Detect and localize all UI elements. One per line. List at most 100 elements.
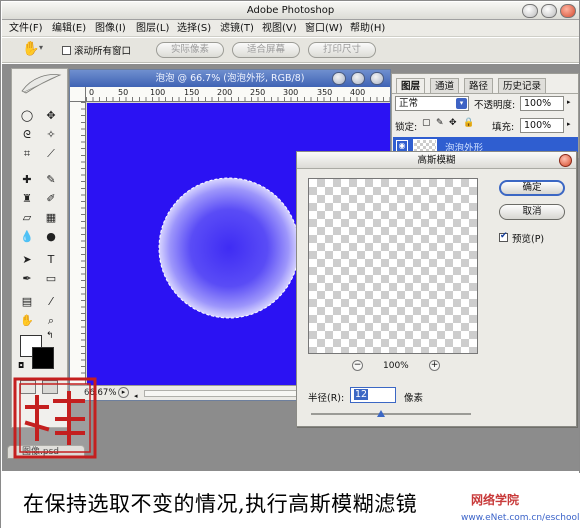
cancel-button[interactable]: 取消 <box>499 204 565 220</box>
zoom-tool-icon[interactable]: ⌕ <box>41 312 61 330</box>
brush-tool-icon[interactable]: ✎ <box>41 171 61 189</box>
ruler-origin[interactable] <box>70 87 86 102</box>
fit-screen-button[interactable]: 适合屏幕 <box>232 42 300 58</box>
radius-slider-thumb[interactable] <box>377 410 385 417</box>
tab-history[interactable]: 历史记录 <box>498 78 547 93</box>
ruler-label: 400 <box>350 88 366 97</box>
menu-select[interactable]: 选择(S) <box>177 21 211 36</box>
lasso-tool-icon[interactable]: ᘓ <box>17 126 37 144</box>
fill-arrow-icon[interactable]: ▸ <box>567 120 571 128</box>
print-size-button[interactable]: 打印尺寸 <box>308 42 376 58</box>
red-seal-stamp <box>13 377 97 459</box>
ok-button[interactable]: 确定 <box>499 180 565 196</box>
menu-layer[interactable]: 图层(L) <box>136 21 169 36</box>
clone-stamp-icon[interactable]: ♜ <box>17 190 37 208</box>
bubble-shape <box>159 178 299 318</box>
scroll-all-checkbox[interactable] <box>62 46 71 55</box>
doc-close-icon[interactable] <box>370 72 384 85</box>
tool-preset-arrow-icon[interactable]: ▾ <box>39 43 43 52</box>
app-titlebar: Adobe Photoshop <box>2 2 579 20</box>
menu-edit[interactable]: 编辑(E) <box>52 21 86 36</box>
document-title: 泡泡 @ 66.7% (泡泡外形, RGB/8) <box>155 73 305 84</box>
blend-mode-value: 正常 <box>399 98 419 109</box>
history-brush-icon[interactable]: ✐ <box>41 190 61 208</box>
app-title: Adobe Photoshop <box>246 5 335 16</box>
move-tool-icon[interactable]: ✥ <box>41 107 61 125</box>
doc-maximize-icon[interactable] <box>351 72 365 85</box>
menu-file[interactable]: 文件(F) <box>9 21 43 36</box>
magic-wand-icon[interactable]: ✧ <box>41 126 61 144</box>
radius-slider-track[interactable] <box>311 413 471 415</box>
ruler-label: 50 <box>118 88 129 97</box>
blur-tool-icon[interactable]: 💧 <box>17 228 37 246</box>
opacity-label: 不透明度: <box>474 100 516 111</box>
radius-unit: 像素 <box>404 393 424 404</box>
dialog-close-icon[interactable] <box>559 154 572 167</box>
default-colors-icon[interactable]: ◘ <box>18 361 24 370</box>
blur-preview-window[interactable] <box>308 178 478 354</box>
watermark-title: 网络学院 <box>471 493 520 507</box>
scroll-all-label: 滚动所有窗口 <box>74 46 132 57</box>
marquee-tool-icon[interactable]: ◯ <box>17 107 37 125</box>
dialog-titlebar: 高斯模糊 <box>297 152 576 169</box>
eyedropper-icon[interactable]: ⁄ <box>41 293 61 311</box>
preview-checkbox[interactable]: ✔ <box>499 231 508 242</box>
swap-colors-icon[interactable]: ↰ <box>46 331 54 341</box>
actual-pixels-button[interactable]: 实际像素 <box>156 42 224 58</box>
ruler-ticks <box>81 102 85 384</box>
type-tool-icon[interactable]: T <box>41 251 61 269</box>
gaussian-blur-dialog: 高斯模糊 − 100% + 确定 取消 ✔ 预览(P) 半径(R): 12 像素 <box>296 151 577 427</box>
close-icon[interactable] <box>560 4 576 18</box>
hand-tool-box-icon[interactable]: ✋ <box>17 312 37 330</box>
zoom-out-icon[interactable]: − <box>352 360 363 371</box>
ruler-label: 300 <box>283 88 299 97</box>
ruler-label: 150 <box>184 88 200 97</box>
menu-help[interactable]: 帮助(H) <box>350 21 385 36</box>
opacity-field[interactable]: 100% <box>520 96 564 111</box>
notes-tool-icon[interactable]: ▤ <box>17 293 37 311</box>
lock-image-icon[interactable]: ✎ <box>436 118 444 128</box>
fill-field[interactable]: 100% <box>520 118 564 133</box>
path-select-icon[interactable]: ➤ <box>17 251 37 269</box>
menu-window[interactable]: 窗口(W) <box>305 21 343 36</box>
tab-paths[interactable]: 路径 <box>464 78 494 93</box>
options-bar: ✋ ▾ 滚动所有窗口 实际像素 适合屏幕 打印尺寸 <box>2 38 579 63</box>
fill-value: 100% <box>524 120 552 131</box>
radius-input[interactable]: 12 <box>350 387 396 403</box>
vertical-ruler <box>70 102 86 384</box>
document-titlebar: 泡泡 @ 66.7% (泡泡外形, RGB/8) <box>70 70 390 87</box>
hand-tool-icon[interactable]: ✋ <box>22 41 39 57</box>
background-color-swatch[interactable] <box>32 347 54 369</box>
gradient-tool-icon[interactable]: ▦ <box>41 209 61 227</box>
dodge-tool-icon[interactable]: ● <box>41 228 61 246</box>
preview-zoom-level: 100% <box>383 361 409 371</box>
healing-brush-icon[interactable]: ✚ <box>17 171 37 189</box>
opacity-arrow-icon[interactable]: ▸ <box>567 98 571 106</box>
pen-tool-icon[interactable]: ✒ <box>17 270 37 288</box>
menu-filter[interactable]: 滤镜(T) <box>220 21 254 36</box>
eraser-tool-icon[interactable]: ▱ <box>17 209 37 227</box>
menu-image[interactable]: 图像(I) <box>95 21 126 36</box>
maximize-icon[interactable] <box>541 4 557 18</box>
shape-tool-icon[interactable]: ▭ <box>41 270 61 288</box>
scroll-left-icon[interactable]: ◂ <box>134 389 142 400</box>
blend-mode-select[interactable]: 正常 ▾ <box>395 96 469 111</box>
radius-label: 半径(R): <box>308 393 345 404</box>
ruler-label: 250 <box>250 88 266 97</box>
menu-view[interactable]: 视图(V) <box>262 21 297 36</box>
dialog-title: 高斯模糊 <box>417 155 456 166</box>
lock-position-icon[interactable]: ✥ <box>449 118 457 128</box>
minimize-icon[interactable] <box>522 4 538 18</box>
tab-channels[interactable]: 通道 <box>430 78 460 93</box>
ruler-ticks <box>86 97 390 101</box>
zoom-in-icon[interactable]: + <box>429 360 440 371</box>
doc-minimize-icon[interactable] <box>332 72 346 85</box>
ruler-label: 100 <box>150 88 166 97</box>
status-menu-icon[interactable]: ▸ <box>118 387 129 398</box>
tab-layers[interactable]: 图层 <box>396 78 426 93</box>
fill-label: 填充: <box>492 122 515 133</box>
crop-tool-icon[interactable]: ⌗ <box>17 145 37 163</box>
lock-transparency-icon[interactable]: ▢ <box>422 118 431 128</box>
lock-all-icon[interactable]: 🔒 <box>463 118 474 128</box>
slice-tool-icon[interactable]: ⟋ <box>41 145 61 163</box>
